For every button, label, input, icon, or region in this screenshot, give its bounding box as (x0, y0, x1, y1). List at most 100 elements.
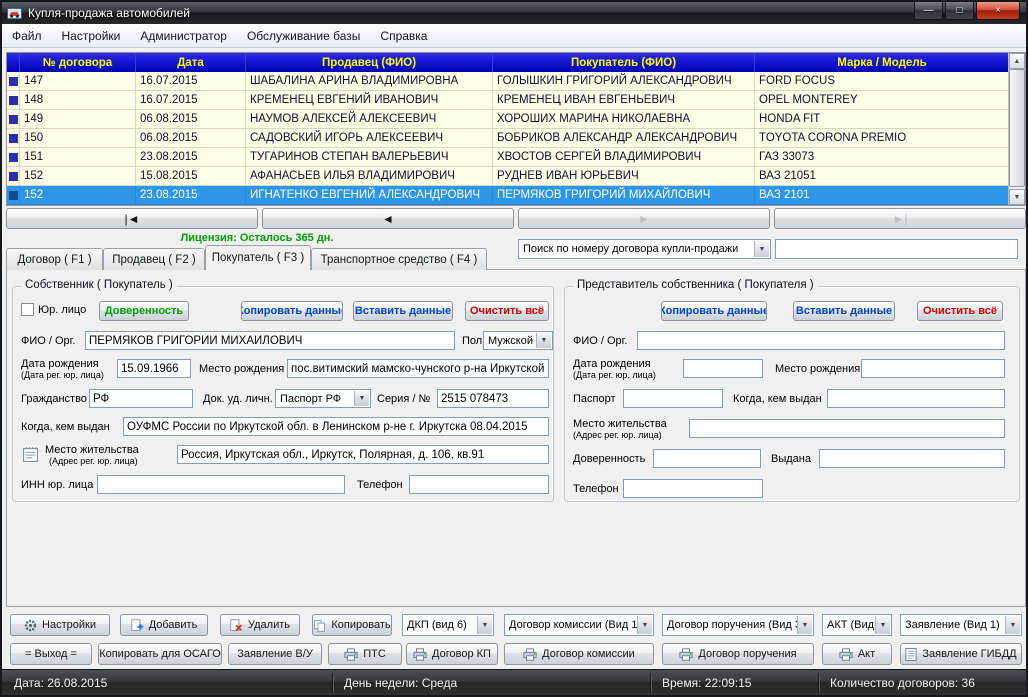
menu-help[interactable]: Справка (370, 25, 437, 47)
rep-phone-input[interactable] (623, 479, 763, 498)
chevron-down-icon[interactable]: ▼ (754, 241, 769, 257)
copy-button[interactable]: Копировать (312, 614, 392, 636)
cell-contract-number[interactable]: 149 (20, 110, 136, 129)
cell-model[interactable]: OPEL MONTEREY (755, 91, 1010, 110)
owner-issued-input[interactable] (123, 417, 549, 436)
cell-model[interactable]: ВАЗ 21051 (755, 167, 1010, 186)
komissiya-template-combo[interactable]: Договор комиссии (Вид 1) ▼ (504, 614, 654, 636)
owner-fio-input[interactable] (85, 331, 455, 350)
rep-fio-input[interactable] (637, 331, 1005, 350)
porucheniya-template-combo[interactable]: Договор поручения (Вид 3) ▼ (662, 614, 814, 636)
cell-seller[interactable]: АФАНАСЬЕВ ИЛЬЯ ВЛАДИМИРОВИЧ (246, 167, 493, 186)
table-row[interactable]: 147 16.07.2015 ШАБАЛИНА АРИНА ВЛАДИМИРОВ… (7, 72, 1025, 91)
cell-date[interactable]: 23.08.2015 (136, 186, 246, 205)
rep-clear-all-button[interactable]: Очистить всё (917, 301, 1003, 321)
chevron-down-icon[interactable]: ▼ (354, 391, 369, 406)
cell-seller[interactable]: КРЕМЕНЕЦ ЕВГЕНИЙ ИВАНОВИЧ (246, 91, 493, 110)
owner-address-input[interactable] (177, 445, 549, 464)
cell-model[interactable]: ВАЗ 2101 (755, 186, 1010, 205)
nav-first-button[interactable]: |◄ (6, 208, 258, 229)
cell-seller[interactable]: НАУМОВ АЛЕКСЕЙ АЛЕКСЕЕВИЧ (246, 110, 493, 129)
cell-seller[interactable]: ИГНАТЕНКО ЕВГЕНИЙ АЛЕКСАНДРОВИЧ (246, 186, 493, 205)
chevron-down-icon[interactable]: ▼ (637, 616, 652, 634)
cell-date[interactable]: 16.07.2015 (136, 91, 246, 110)
cell-contract-number[interactable]: 152 (20, 186, 136, 205)
owner-citizenship-input[interactable] (89, 389, 193, 408)
cell-model[interactable]: HONDA FIT (755, 110, 1010, 129)
print-akt-button[interactable]: Акт (822, 643, 892, 665)
copy-for-osago-button[interactable]: Копировать для ОСАГО (98, 643, 222, 665)
cell-buyer[interactable]: РУДНЕВ ИВАН ЮРЬЕВИЧ (493, 167, 755, 186)
menu-administrator[interactable]: Администратор (130, 25, 237, 47)
cell-buyer[interactable]: БОБРИКОВ АЛЕКСАНДР АЛЕКСАНДРОВИЧ (493, 129, 755, 148)
cell-model[interactable]: FORD FOCUS (755, 72, 1010, 91)
jur-lico-checkbox[interactable] (21, 303, 34, 316)
cell-buyer[interactable]: ХОРОШИХ МАРИНА НИКОЛАЕВНА (493, 110, 755, 129)
owner-paste-data-button[interactable]: Вставить данные (353, 301, 453, 321)
nav-prev-button[interactable]: ◄ (262, 208, 514, 229)
chevron-down-icon[interactable]: ▼ (1005, 616, 1020, 634)
rep-issued-input[interactable] (827, 389, 1005, 408)
chevron-down-icon[interactable]: ▼ (477, 616, 492, 634)
cell-buyer[interactable]: ХВОСТОВ СЕРГЕЙ ВЛАДИМИРОВИЧ (493, 148, 755, 167)
cell-date[interactable]: 06.08.2015 (136, 110, 246, 129)
column-header-model[interactable]: Марка / Модель (755, 53, 1010, 72)
search-input[interactable] (775, 239, 1018, 259)
scroll-up-icon[interactable]: ▲ (1009, 53, 1025, 69)
cell-date[interactable]: 06.08.2015 (136, 129, 246, 148)
rep-address-input[interactable] (689, 419, 1005, 438)
owner-inn-input[interactable] (97, 475, 345, 494)
table-row[interactable]: 149 06.08.2015 НАУМОВ АЛЕКСЕЙ АЛЕКСЕЕВИЧ… (7, 110, 1025, 129)
owner-clear-all-button[interactable]: Очистить всё (465, 301, 549, 321)
tab-dogovor[interactable]: Договор ( F1 ) (6, 248, 103, 270)
cell-contract-number[interactable]: 147 (20, 72, 136, 91)
rep-passport-input[interactable] (623, 389, 723, 408)
cell-seller[interactable]: ТУГАРИНОВ СТЕПАН ВАЛЕРЬЕВИЧ (246, 148, 493, 167)
owner-birth-date-input[interactable] (117, 359, 191, 378)
tab-pokupatel[interactable]: Покупатель ( F3 ) (205, 245, 311, 270)
cell-contract-number[interactable]: 152 (20, 167, 136, 186)
print-dogovor-kp-button[interactable]: Договор КП (406, 643, 498, 665)
owner-gender-combo[interactable]: Мужской ▼ (483, 331, 553, 350)
add-button[interactable]: Добавить (120, 614, 208, 636)
close-button[interactable]: × (976, 2, 1020, 20)
rep-paste-data-button[interactable]: Вставить данные (793, 301, 895, 321)
akt-template-combo[interactable]: АКТ (Вид 1) ▼ (822, 614, 892, 636)
column-header-date[interactable]: Дата (136, 53, 246, 72)
dkp-template-combo[interactable]: ДКП (вид 6) ▼ (402, 614, 494, 636)
table-row[interactable]: 148 16.07.2015 КРЕМЕНЕЦ ЕВГЕНИЙ ИВАНОВИЧ… (7, 91, 1025, 110)
cell-date[interactable]: 23.08.2015 (136, 148, 246, 167)
owner-doc-type-combo[interactable]: Паспорт РФ ▼ (275, 389, 371, 408)
zayavlenie-gibdd-button[interactable]: Заявление ГИБДД (900, 643, 1022, 665)
column-header-contract-number[interactable]: № договора (20, 53, 136, 72)
print-dogovor-komissii-button[interactable]: Договор комиссии (504, 643, 654, 665)
owner-birthplace-input[interactable] (287, 359, 549, 378)
maximize-button[interactable]: □ (945, 2, 974, 20)
owner-series-input[interactable] (437, 389, 549, 408)
rep-birthplace-input[interactable] (861, 359, 1005, 378)
power-of-attorney-button[interactable]: Доверенность (99, 301, 189, 321)
owner-phone-input[interactable] (409, 475, 549, 494)
cell-buyer[interactable]: КРЕМЕНЕЦ ИВАН ЕВГЕНЬЕВИЧ (493, 91, 755, 110)
tab-prodavets[interactable]: Продавец ( F2 ) (103, 248, 205, 270)
cell-date[interactable]: 16.07.2015 (136, 72, 246, 91)
cell-seller[interactable]: САДОВСКИЙ ИГОРЬ АЛЕКСЕЕВИЧ (246, 129, 493, 148)
address-edit-icon[interactable] (21, 445, 39, 463)
column-header-buyer[interactable]: Покупатель (ФИО) (493, 53, 755, 72)
nav-last-button[interactable]: ►| (774, 208, 1026, 229)
menu-database[interactable]: Обслуживание базы (237, 25, 370, 47)
scroll-down-icon[interactable]: ▼ (1009, 189, 1025, 205)
table-row[interactable]: 151 23.08.2015 ТУГАРИНОВ СТЕПАН ВАЛЕРЬЕВ… (7, 148, 1025, 167)
table-scrollbar[interactable]: ▲ ▼ (1008, 53, 1025, 205)
cell-model[interactable]: ГАЗ 33073 (755, 148, 1010, 167)
cell-seller[interactable]: ШАБАЛИНА АРИНА ВЛАДИМИРОВНА (246, 72, 493, 91)
cell-date[interactable]: 15.08.2015 (136, 167, 246, 186)
rep-copy-data-button[interactable]: Копировать данные (661, 301, 767, 321)
scrollbar-thumb[interactable] (1009, 69, 1025, 187)
zayavlenie-vu-button[interactable]: Заявление В/У (228, 643, 322, 665)
cell-contract-number[interactable]: 150 (20, 129, 136, 148)
print-pts-button[interactable]: ПТС (328, 643, 402, 665)
rep-power-issued-input[interactable] (819, 449, 1005, 468)
settings-button[interactable]: Настройки (10, 614, 110, 636)
column-header-seller[interactable]: Продавец (ФИО) (246, 53, 493, 72)
